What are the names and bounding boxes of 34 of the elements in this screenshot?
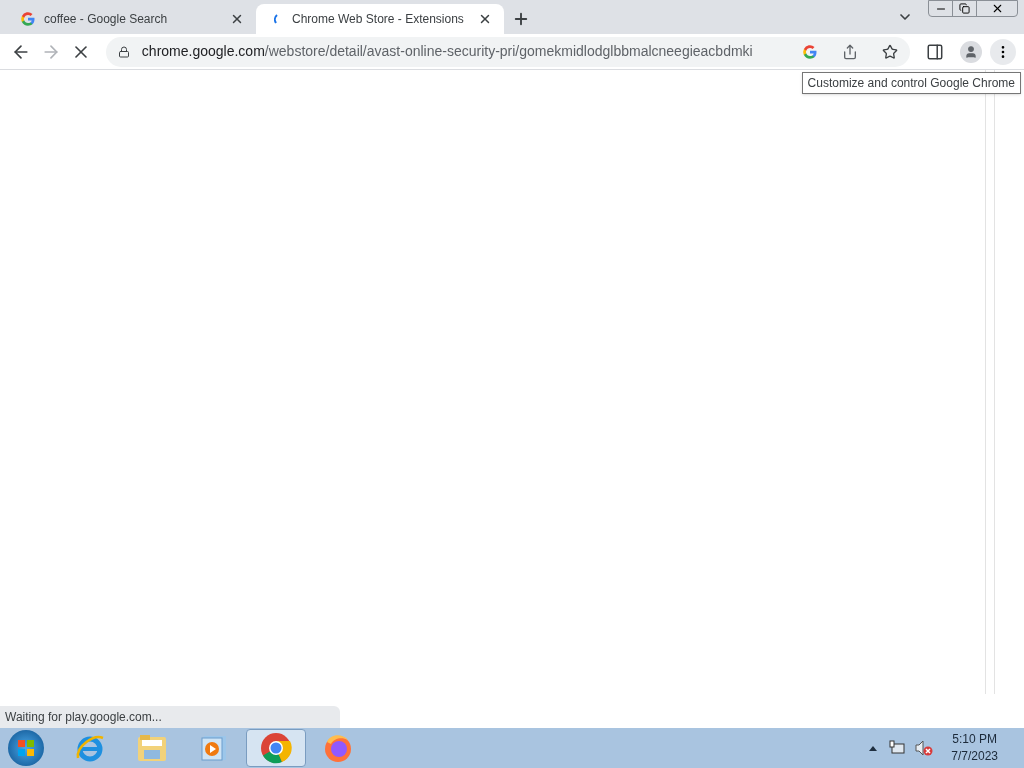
share-icon[interactable] [842, 43, 859, 60]
folder-icon [136, 733, 168, 763]
close-icon[interactable] [230, 12, 244, 26]
play-icon [200, 734, 228, 762]
close-icon[interactable] [478, 12, 492, 26]
person-icon [964, 44, 979, 59]
tooltip: Customize and control Google Chrome [801, 72, 1021, 94]
new-tab-icon[interactable] [512, 10, 530, 28]
clock-date: 7/7/2023 [951, 748, 998, 765]
google-icon [802, 43, 819, 60]
muted-speaker-icon[interactable] [915, 740, 934, 756]
taskbar-app[interactable] [246, 729, 306, 767]
google-icon [20, 11, 36, 27]
star-icon[interactable] [882, 43, 899, 60]
status-bubble: Waiting for play.google.com... [0, 706, 340, 728]
url-text: chrome.google.com/webstore/detail/avast-online-security-pri/gomekmidlodglbbmalcneegieacbdmki [141, 42, 754, 61]
side-panel-icon[interactable] [926, 42, 945, 61]
browser-tab[interactable]: Chrome Web Store - Extensions [256, 4, 504, 34]
profile-icon[interactable] [960, 40, 983, 63]
menu-button[interactable] [990, 38, 1016, 65]
caret-up-icon[interactable] [869, 745, 878, 751]
tab-title: coffee - Google Search [44, 11, 169, 28]
firefox-icon [322, 732, 354, 764]
browser-tab[interactable]: coffee - Google Search [8, 4, 256, 34]
lock-icon [117, 45, 130, 58]
tab-title: Chrome Web Store - Extensions [292, 11, 465, 28]
restore-icon [959, 3, 970, 14]
clock-time: 5:10 PM [952, 731, 997, 748]
loading-spinner-icon [274, 14, 278, 24]
address-bar[interactable]: chrome.google.com/webstore/detail/avast-online-security-pri/gomekmidlodglbbmalcneegieacbdmki [105, 36, 911, 67]
chrome-icon [260, 732, 292, 764]
start-button[interactable] [8, 730, 44, 766]
network-icon[interactable] [889, 740, 906, 756]
windows-logo-icon [16, 738, 36, 758]
